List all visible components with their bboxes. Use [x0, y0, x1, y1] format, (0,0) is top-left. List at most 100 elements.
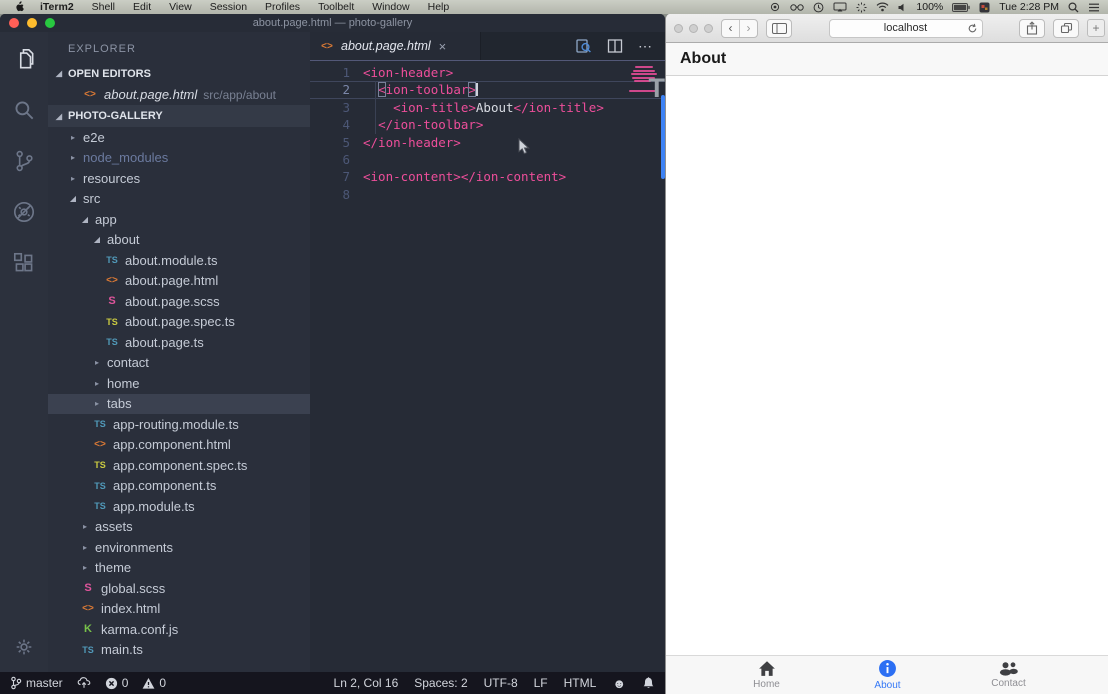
- code-editor[interactable]: 1<ion-header>2 <ion-toolbar>3 <ion-title…: [310, 61, 665, 672]
- debug-icon[interactable]: [11, 199, 37, 225]
- extensions-icon[interactable]: [11, 250, 37, 276]
- code-line-8[interactable]: 8: [310, 186, 665, 203]
- keyboard-brightness-icon[interactable]: [856, 2, 867, 13]
- tree-item-app.module.ts[interactable]: TSapp.module.ts: [48, 496, 310, 517]
- new-tab-button[interactable]: +: [1087, 19, 1105, 37]
- menu-shell[interactable]: Shell: [83, 1, 124, 13]
- menu-window[interactable]: Window: [363, 1, 418, 13]
- eol-sequence[interactable]: LF: [534, 676, 548, 690]
- code-line-4[interactable]: 4 </ion-toolbar>: [310, 116, 665, 133]
- menu-help[interactable]: Help: [419, 1, 459, 13]
- tree-item-resources[interactable]: ▸resources: [48, 168, 310, 189]
- cursor-position[interactable]: Ln 2, Col 16: [334, 676, 399, 690]
- open-editors-header[interactable]: ◢ OPEN EDITORS: [48, 63, 310, 84]
- notification-center-icon[interactable]: [1088, 3, 1100, 12]
- screen-recording-icon[interactable]: [769, 2, 781, 12]
- indentation[interactable]: Spaces: 2: [414, 676, 467, 690]
- code-line-7[interactable]: 7<ion-content></ion-content>: [310, 168, 665, 185]
- tree-item-tabs[interactable]: ▸tabs: [48, 394, 310, 415]
- battery-icon[interactable]: [952, 3, 970, 12]
- tree-item-theme[interactable]: ▸theme: [48, 558, 310, 579]
- notifications-bell-icon[interactable]: [642, 676, 655, 690]
- volume-icon[interactable]: [898, 3, 907, 12]
- tree-item-app-routing.module.ts[interactable]: TSapp-routing.module.ts: [48, 414, 310, 435]
- display-mirroring-icon[interactable]: [833, 2, 847, 12]
- tree-item-about.module.ts[interactable]: TSabout.module.ts: [48, 250, 310, 271]
- minimize-window-button[interactable]: [689, 24, 698, 33]
- tree-item-assets[interactable]: ▸assets: [48, 517, 310, 538]
- menu-view[interactable]: View: [160, 1, 201, 13]
- address-bar[interactable]: localhost: [829, 19, 983, 38]
- glasses-icon[interactable]: [790, 3, 804, 12]
- tree-item-main.ts[interactable]: TSmain.ts: [48, 640, 310, 661]
- tree-item-app.component.html[interactable]: <>app.component.html: [48, 435, 310, 456]
- more-actions-icon[interactable]: ⋯: [638, 38, 653, 55]
- tree-item-karma.conf.js[interactable]: Kkarma.conf.js: [48, 619, 310, 640]
- tab-home[interactable]: Home: [706, 656, 827, 694]
- wifi-icon[interactable]: [876, 2, 889, 12]
- close-window-button[interactable]: [674, 24, 683, 33]
- errors-status[interactable]: 0: [105, 676, 129, 690]
- tree-item-about.page.html[interactable]: <>about.page.html: [48, 271, 310, 292]
- zoom-window-button[interactable]: [45, 18, 55, 28]
- menu-iterm2[interactable]: iTerm2: [31, 1, 83, 13]
- input-source-icon[interactable]: [979, 2, 990, 13]
- minimize-window-button[interactable]: [27, 18, 37, 28]
- tree-item-environments[interactable]: ▸environments: [48, 537, 310, 558]
- tree-item-app.component.ts[interactable]: TSapp.component.ts: [48, 476, 310, 497]
- source-control-icon[interactable]: [11, 148, 37, 174]
- language-mode[interactable]: HTML: [564, 676, 597, 690]
- code-line-3[interactable]: 3 <ion-title>About</ion-title>: [310, 99, 665, 116]
- forward-button[interactable]: ›: [739, 20, 757, 37]
- zoom-window-button[interactable]: [704, 24, 713, 33]
- tree-item-about.page.ts[interactable]: TSabout.page.ts: [48, 332, 310, 353]
- git-branch-status[interactable]: master: [10, 676, 63, 690]
- feedback-smiley-icon[interactable]: ☻: [612, 677, 626, 690]
- encoding[interactable]: UTF-8: [484, 676, 518, 690]
- clock-icon[interactable]: [813, 2, 824, 13]
- tab-about-page-html[interactable]: <> about.page.html ×: [310, 32, 481, 60]
- sync-status[interactable]: [77, 676, 91, 690]
- code-line-1[interactable]: 1<ion-header>: [310, 64, 665, 81]
- tree-item-global.scss[interactable]: Sglobal.scss: [48, 578, 310, 599]
- split-editor-icon[interactable]: [607, 38, 623, 54]
- vscode-titlebar[interactable]: about.page.html — photo-gallery: [0, 14, 665, 32]
- settings-gear-icon[interactable]: [13, 636, 35, 658]
- tree-item-about[interactable]: ◢about: [48, 230, 310, 251]
- tab-about[interactable]: About: [827, 656, 948, 694]
- search-icon[interactable]: [11, 97, 37, 123]
- project-header[interactable]: ◢ PHOTO-GALLERY: [48, 105, 310, 127]
- tab-overview-icon[interactable]: [1053, 19, 1079, 38]
- tab-contact[interactable]: Contact: [948, 656, 1069, 694]
- tree-item-about.page.scss[interactable]: Sabout.page.scss: [48, 291, 310, 312]
- explorer-icon[interactable]: [11, 46, 37, 72]
- apple-menu-icon[interactable]: [8, 0, 31, 15]
- tree-item-index.html[interactable]: <>index.html: [48, 599, 310, 620]
- menu-profiles[interactable]: Profiles: [256, 1, 309, 13]
- tree-item-about.page.spec.ts[interactable]: TSabout.page.spec.ts: [48, 312, 310, 333]
- tree-item-app[interactable]: ◢app: [48, 209, 310, 230]
- tree-item-node_modules[interactable]: ▸node_modules: [48, 148, 310, 169]
- share-icon[interactable]: [1019, 19, 1045, 38]
- close-tab-icon[interactable]: ×: [439, 39, 447, 54]
- close-window-button[interactable]: [9, 18, 19, 28]
- tree-item-app.component.spec.ts[interactable]: TSapp.component.spec.ts: [48, 455, 310, 476]
- menubar-clock[interactable]: Tue 2:28 PM: [999, 1, 1059, 13]
- tree-item-contact[interactable]: ▸contact: [48, 353, 310, 374]
- open-editor-item[interactable]: <> about.page.html src/app/about: [48, 84, 310, 105]
- spotlight-icon[interactable]: [1068, 2, 1079, 13]
- menu-toolbelt[interactable]: Toolbelt: [309, 1, 363, 13]
- menu-session[interactable]: Session: [201, 1, 256, 13]
- reload-icon[interactable]: [967, 23, 978, 37]
- tree-item-e2e[interactable]: ▸e2e: [48, 127, 310, 148]
- code-line-6[interactable]: 6: [310, 151, 665, 168]
- code-line-5[interactable]: 5</ion-header>: [310, 134, 665, 151]
- menu-edit[interactable]: Edit: [124, 1, 160, 13]
- sidebar-toggle-button[interactable]: [766, 19, 792, 38]
- back-button[interactable]: ‹: [722, 20, 739, 37]
- code-line-2[interactable]: 2 <ion-toolbar>: [310, 81, 665, 98]
- tree-item-home[interactable]: ▸home: [48, 373, 310, 394]
- tree-item-src[interactable]: ◢src: [48, 189, 310, 210]
- open-preview-icon[interactable]: [575, 38, 592, 55]
- warnings-status[interactable]: 0: [142, 676, 166, 690]
